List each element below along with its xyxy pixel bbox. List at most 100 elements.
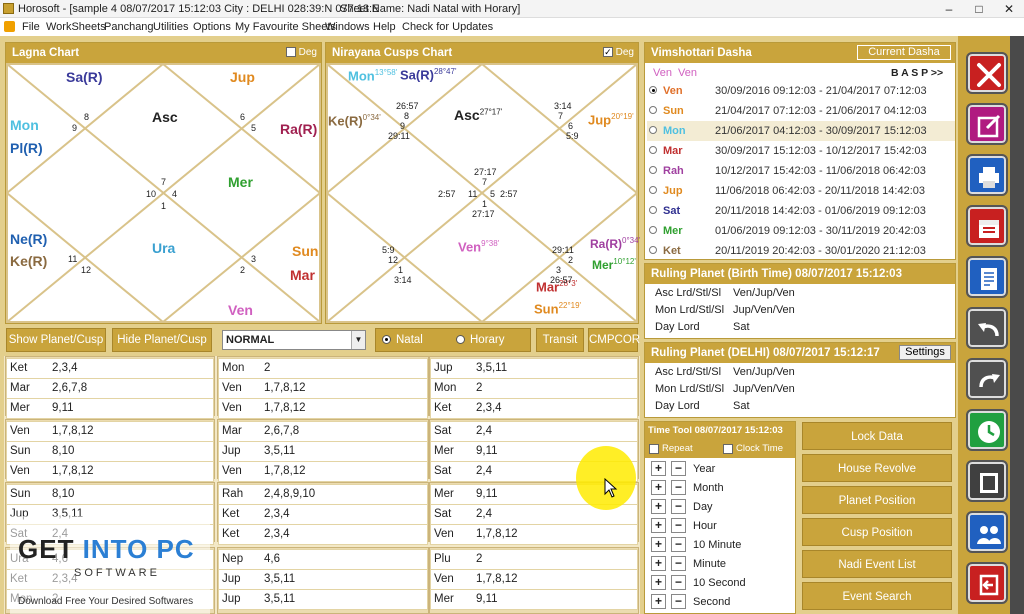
lagna-deg-checkbox[interactable]: [285, 47, 296, 58]
table-row[interactable]: Sun 8,10: [6, 484, 214, 505]
table-row[interactable]: Ket 2,3,4: [430, 398, 638, 419]
settings-button[interactable]: Settings: [899, 345, 951, 360]
planet-position-button[interactable]: Planet Position: [802, 486, 952, 514]
dasha-radio[interactable]: [649, 166, 657, 174]
dasha-row[interactable]: Mar 30/09/2017 15:12:03 - 10/12/2017 15:4…: [647, 141, 955, 161]
increment-button[interactable]: +: [651, 518, 666, 533]
dasha-row[interactable]: Mer 01/06/2019 09:12:03 - 30/11/2019 20:4…: [647, 221, 955, 241]
decrement-button[interactable]: −: [671, 575, 686, 590]
table-row[interactable]: Jup 3,5,11: [430, 358, 638, 379]
table-row[interactable]: Ket 2,3,4: [218, 504, 428, 525]
current-dasha-button[interactable]: Current Dasha: [857, 45, 951, 60]
cusp-position-button[interactable]: Cusp Position: [802, 518, 952, 546]
exit-button[interactable]: [966, 562, 1008, 604]
decrement-button[interactable]: −: [671, 480, 686, 495]
dasha-row[interactable]: Ket 20/11/2019 20:42:03 - 30/01/2020 21:1…: [647, 241, 955, 261]
dasha-radio[interactable]: [649, 206, 657, 214]
table-row[interactable]: Jup 3,5,11: [218, 589, 428, 610]
undo-button[interactable]: [966, 307, 1008, 349]
increment-button[interactable]: +: [651, 499, 666, 514]
book-button[interactable]: [966, 460, 1008, 502]
menu-utilities[interactable]: Utilities: [153, 21, 188, 33]
clock-time-checkbox[interactable]: [723, 444, 733, 454]
increment-button[interactable]: +: [651, 537, 666, 552]
menu-file[interactable]: File: [22, 21, 40, 33]
natal-radio[interactable]: [382, 335, 391, 344]
table-row[interactable]: Ven 1,7,8,12: [430, 524, 638, 545]
dasha-radio[interactable]: [649, 226, 657, 234]
dasha-row[interactable]: Sun 21/04/2017 07:12:03 - 21/06/2017 04:1…: [647, 101, 955, 121]
lock-data-button[interactable]: Lock Data: [802, 422, 952, 450]
nirayana-deg-toggle[interactable]: ✓ Deg: [602, 43, 634, 63]
table-row[interactable]: Mer 9,11: [6, 398, 214, 419]
table-row[interactable]: Ven 1,7,8,12: [6, 461, 214, 482]
table-row[interactable]: Ven 1,7,8,12: [6, 421, 214, 442]
dasha-row[interactable]: Ven 30/09/2016 09:12:03 - 21/04/2017 07:1…: [647, 81, 955, 101]
table-row[interactable]: Mon 2: [430, 378, 638, 399]
increment-button[interactable]: +: [651, 594, 666, 609]
menu-panchang[interactable]: Panchang: [104, 21, 154, 33]
transit-button[interactable]: Transit: [536, 328, 584, 352]
menu-windows[interactable]: Windows: [325, 21, 370, 33]
dasha-nav-basp[interactable]: B A S P >>: [891, 67, 943, 79]
dasha-radio[interactable]: [649, 106, 657, 114]
app-menu-icon[interactable]: [4, 21, 15, 32]
table-row[interactable]: Sat 2,4: [430, 421, 638, 442]
menu-help[interactable]: Help: [373, 21, 396, 33]
table-row[interactable]: Ket 2,3,4: [218, 524, 428, 545]
table-row[interactable]: Jup 3,5,11: [218, 569, 428, 590]
decrement-button[interactable]: −: [671, 518, 686, 533]
table-row[interactable]: Jup 3,5,11: [218, 441, 428, 462]
print-button[interactable]: [966, 154, 1008, 196]
edit-button[interactable]: [966, 103, 1008, 145]
close-button[interactable]: ✕: [994, 0, 1024, 18]
tools-button[interactable]: [966, 52, 1008, 94]
document-button[interactable]: [966, 256, 1008, 298]
dasha-radio[interactable]: [649, 126, 657, 134]
increment-button[interactable]: +: [651, 556, 666, 571]
dasha-radio[interactable]: [649, 86, 657, 94]
menu-options[interactable]: Options: [193, 21, 231, 33]
table-row[interactable]: Mar 2,6,7,8: [218, 421, 428, 442]
increment-button[interactable]: +: [651, 480, 666, 495]
decrement-button[interactable]: −: [671, 556, 686, 571]
dasha-row[interactable]: Sat 20/11/2018 14:42:03 - 01/06/2019 09:1…: [647, 201, 955, 221]
house-revolve-button[interactable]: House Revolve: [802, 454, 952, 482]
increment-button[interactable]: +: [651, 575, 666, 590]
chevron-down-icon[interactable]: ▼: [351, 331, 365, 349]
redo-button[interactable]: [966, 358, 1008, 400]
decrement-button[interactable]: −: [671, 594, 686, 609]
table-row[interactable]: Mar 2,6,7,8: [6, 378, 214, 399]
menu-my-favourite-sheets[interactable]: My Favourite Sheets: [235, 21, 336, 33]
dasha-radio[interactable]: [649, 246, 657, 254]
table-row[interactable]: Mer 9,11: [430, 589, 638, 610]
menu-check-updates[interactable]: Check for Updates: [402, 21, 493, 33]
dasha-radio[interactable]: [649, 146, 657, 154]
table-row[interactable]: Rah 2,4,8,9,10: [218, 484, 428, 505]
people-button[interactable]: [966, 511, 1008, 553]
nadi-event-list-button[interactable]: Nadi Event List: [802, 550, 952, 578]
menu-worksheets[interactable]: WorkSheets: [46, 21, 106, 33]
nirayana-deg-checkbox[interactable]: ✓: [602, 47, 613, 58]
table-row[interactable]: Sun 8,10: [6, 441, 214, 462]
clock-button[interactable]: [966, 409, 1008, 451]
calendar-button[interactable]: [966, 205, 1008, 247]
lagna-deg-toggle[interactable]: Deg: [285, 43, 317, 63]
decrement-button[interactable]: −: [671, 499, 686, 514]
table-row[interactable]: Mon 2: [218, 358, 428, 379]
table-row[interactable]: Plu 2: [430, 549, 638, 570]
cmpcor-button[interactable]: CMPCOR: [588, 328, 640, 352]
table-row[interactable]: Ven 1,7,8,12: [430, 569, 638, 590]
dasha-radio[interactable]: [649, 186, 657, 194]
decrement-button[interactable]: −: [671, 461, 686, 476]
horary-radio[interactable]: [456, 335, 465, 344]
hide-planet-cusp-button[interactable]: Hide Planet/Cusp: [112, 328, 212, 352]
show-planet-cusp-button[interactable]: Show Planet/Cusp: [6, 328, 106, 352]
decrement-button[interactable]: −: [671, 537, 686, 552]
dasha-row[interactable]: Mon 21/06/2017 04:12:03 - 30/09/2017 15:1…: [647, 121, 955, 141]
dasha-row[interactable]: Jup 11/06/2018 06:42:03 - 20/11/2018 14:4…: [647, 181, 955, 201]
increment-button[interactable]: +: [651, 461, 666, 476]
maximize-button[interactable]: □: [964, 0, 994, 18]
table-row[interactable]: Ven 1,7,8,12: [218, 398, 428, 419]
event-search-button[interactable]: Event Search: [802, 582, 952, 610]
